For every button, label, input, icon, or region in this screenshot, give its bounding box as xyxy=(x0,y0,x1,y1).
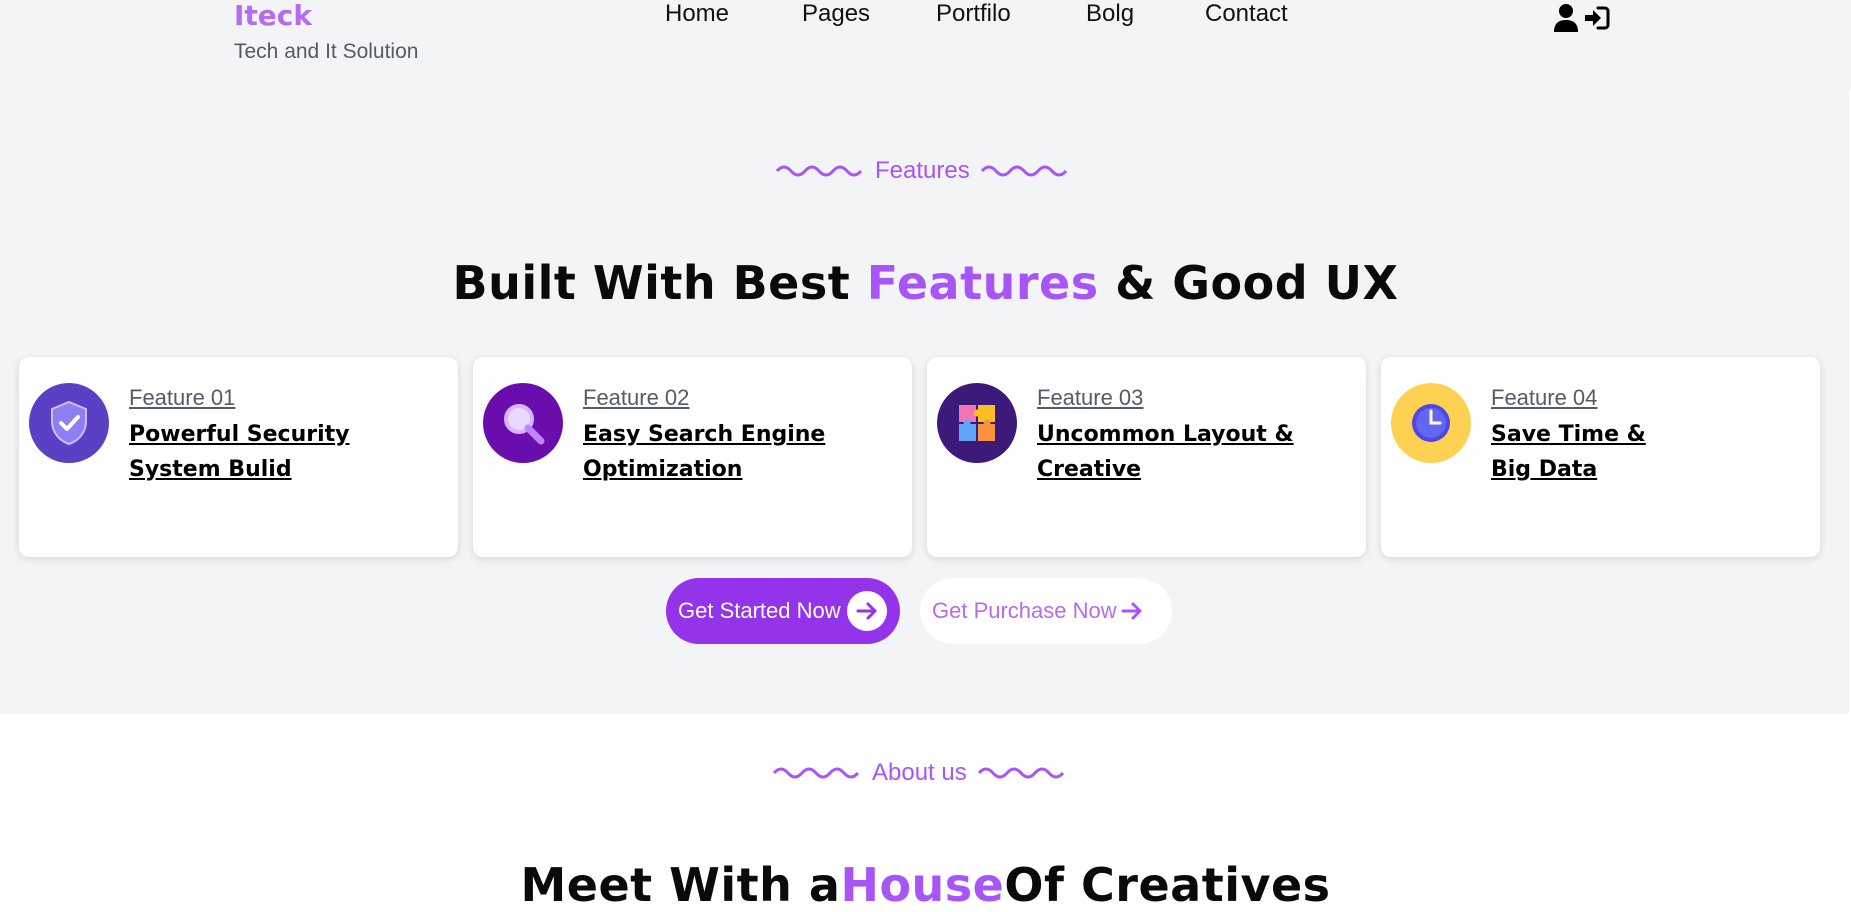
feature-number[interactable]: Feature 04 xyxy=(1491,385,1597,411)
login-icon[interactable] xyxy=(1583,4,1611,32)
heading-highlight: Features xyxy=(866,256,1099,310)
features-section-label: Features xyxy=(775,157,1070,185)
user-icon[interactable] xyxy=(1553,3,1579,33)
wave-decoration-icon xyxy=(775,165,863,177)
arrow-right-icon xyxy=(847,591,887,631)
feature-card[interactable]: Feature 03 Uncommon Layout & Creative xyxy=(927,357,1366,557)
wave-decoration-icon xyxy=(977,767,1064,779)
arrow-right-icon xyxy=(1121,602,1142,620)
get-purchase-button[interactable]: Get Purchase Now xyxy=(920,578,1172,644)
feature-icon-circle xyxy=(1391,383,1471,463)
heading-text: Of Creatives xyxy=(1004,858,1331,912)
wave-decoration-icon xyxy=(772,767,860,779)
feature-title[interactable]: Save Time & Big Data xyxy=(1491,417,1691,487)
feature-number[interactable]: Feature 02 xyxy=(583,385,689,411)
feature-title[interactable]: Powerful Security System Bulid xyxy=(129,417,429,487)
nav-home[interactable]: Home xyxy=(665,0,729,28)
get-purchase-label: Get Purchase Now xyxy=(932,598,1117,623)
feature-number[interactable]: Feature 01 xyxy=(129,385,235,411)
feature-card[interactable]: Feature 04 Save Time & Big Data xyxy=(1381,357,1820,557)
get-started-label: Get Started Now xyxy=(678,598,841,623)
about-label-text: About us xyxy=(872,759,967,786)
heading-text: Meet With a xyxy=(520,858,841,912)
nav-contact[interactable]: Contact xyxy=(1205,0,1288,28)
feature-card[interactable]: Feature 02 Easy Search Engine Optimizati… xyxy=(473,357,912,557)
nav-blog[interactable]: Bolg xyxy=(1086,0,1134,28)
features-label-text: Features xyxy=(875,157,970,184)
clock-icon xyxy=(1412,404,1450,442)
about-heading: Meet With aHouseOf Creatives xyxy=(0,858,1851,912)
puzzle-icon xyxy=(959,405,995,441)
magnifier-icon xyxy=(504,404,545,445)
shield-check-icon xyxy=(51,400,87,446)
get-started-button[interactable]: Get Started Now xyxy=(666,578,900,644)
brand-tagline: Tech and It Solution xyxy=(234,40,419,63)
heading-text: & Good UX xyxy=(1098,256,1399,310)
feature-icon-circle xyxy=(937,383,1017,463)
feature-number[interactable]: Feature 03 xyxy=(1037,385,1143,411)
heading-text: Built With Best xyxy=(452,256,867,310)
nav-portfolio[interactable]: Portfilo xyxy=(936,0,1011,28)
about-section-label: About us xyxy=(772,759,1067,787)
brand-logo[interactable]: Iteck xyxy=(234,0,312,32)
feature-title[interactable]: Uncommon Layout & Creative xyxy=(1037,417,1337,487)
nav-pages[interactable]: Pages xyxy=(802,0,870,28)
features-heading: Built With Best Features & Good UX xyxy=(0,256,1851,310)
feature-card[interactable]: Feature 01 Powerful Security System Buli… xyxy=(19,357,458,557)
feature-icon-circle xyxy=(29,383,109,463)
wave-decoration-icon xyxy=(980,165,1067,177)
heading-highlight: House xyxy=(840,858,1005,912)
feature-icon-circle xyxy=(483,383,563,463)
feature-title[interactable]: Easy Search Engine Optimization xyxy=(583,417,883,487)
